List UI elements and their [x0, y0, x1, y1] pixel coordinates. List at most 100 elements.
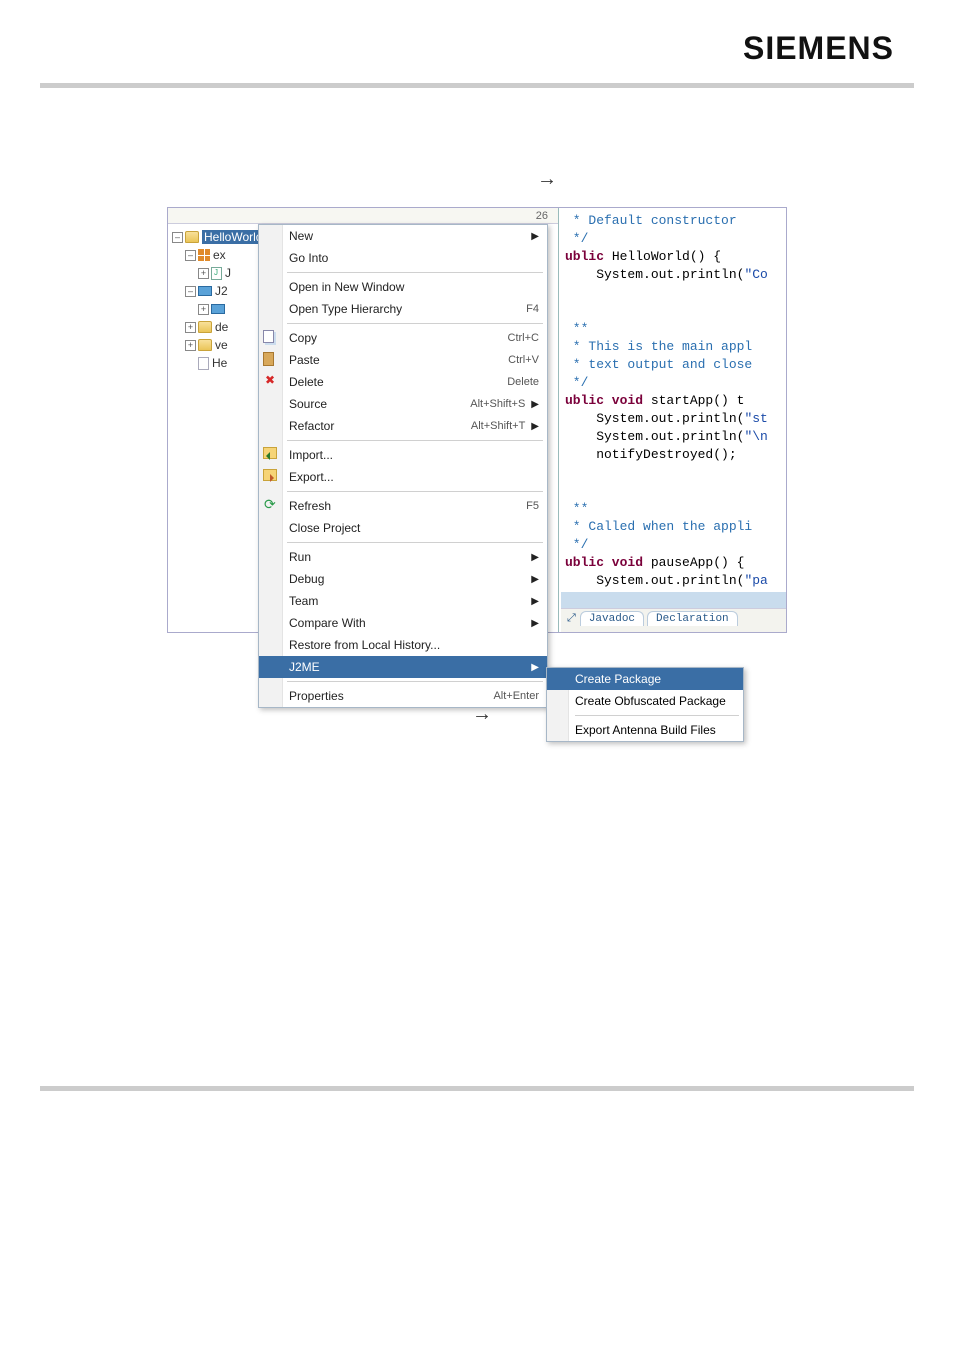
arrow-indicator-top: →	[60, 168, 894, 191]
menu-shortcut: Ctrl+V	[508, 354, 539, 366]
expand-icon[interactable]: +	[198, 304, 209, 315]
menu-open-type-hierarchy[interactable]: Open Type HierarchyF4	[259, 298, 547, 320]
tab-javadoc[interactable]: Javadoc	[580, 611, 644, 626]
submenu-arrow-icon: ▶	[531, 231, 539, 242]
tree-node-label[interactable]: de	[215, 320, 228, 334]
menu-run[interactable]: Run▶	[259, 546, 547, 568]
menu-import[interactable]: Import...	[259, 444, 547, 466]
code-text: System.out.println(	[565, 573, 744, 588]
menu-debug[interactable]: Debug▶	[259, 568, 547, 590]
code-text: * This is the main appl	[565, 339, 752, 354]
submenu-arrow-icon: ▶	[531, 574, 539, 585]
eclipse-screenshot: 26 – HelloWorld –ex +J –J2 + +de +ve He …	[167, 207, 787, 633]
tree-node-label[interactable]: J2	[215, 284, 228, 298]
menu-shortcut: F5	[526, 500, 539, 512]
submenu-export-antenna[interactable]: Export Antenna Build Files	[547, 719, 743, 741]
library-icon	[211, 304, 225, 314]
tree-node-label[interactable]: J	[225, 266, 231, 280]
menu-delete[interactable]: DeleteDelete	[259, 371, 547, 393]
expand-icon[interactable]: +	[185, 322, 196, 333]
code-text: */	[565, 231, 588, 246]
code-text: * Default constructor	[565, 213, 737, 228]
code-text: "\n	[744, 429, 767, 444]
menu-copy[interactable]: CopyCtrl+C	[259, 327, 547, 349]
j2me-submenu[interactable]: Create Package Create Obfuscated Package…	[546, 667, 744, 742]
code-text: "pa	[744, 573, 767, 588]
restore-icon[interactable]: ⤢	[567, 613, 576, 625]
code-text: */	[565, 537, 588, 552]
code-text: ublic	[565, 249, 604, 264]
tree-node-label[interactable]: ex	[213, 248, 226, 262]
editor-ruler: 26	[168, 208, 558, 224]
menu-separator	[287, 681, 543, 682]
code-text: **	[565, 501, 588, 516]
collapse-icon[interactable]: –	[185, 286, 196, 297]
code-text: ublic void	[565, 393, 643, 408]
code-text: ublic void	[565, 555, 643, 570]
menu-shortcut: Ctrl+C	[508, 332, 539, 344]
tree-node-label[interactable]: ve	[215, 338, 228, 352]
menu-source[interactable]: SourceAlt+Shift+S▶	[259, 393, 547, 415]
project-folder-icon	[185, 231, 199, 243]
code-text: notifyDestroyed();	[565, 447, 737, 462]
menu-separator	[287, 542, 543, 543]
menu-refactor[interactable]: RefactorAlt+Shift+T▶	[259, 415, 547, 437]
menu-restore-history[interactable]: Restore from Local History...	[259, 634, 547, 656]
folder-icon	[198, 321, 212, 333]
submenu-arrow-icon: ▶	[531, 662, 539, 673]
menu-j2me[interactable]: J2ME▶	[259, 656, 547, 678]
java-file-icon	[211, 267, 222, 280]
menu-separator	[287, 323, 543, 324]
code-text: **	[565, 321, 588, 336]
collapse-icon[interactable]: –	[172, 232, 183, 243]
code-text: pauseApp() {	[643, 555, 744, 570]
menu-open-new-window[interactable]: Open in New Window	[259, 276, 547, 298]
tab-declaration[interactable]: Declaration	[647, 611, 738, 626]
menu-shortcut: Alt+Enter	[493, 690, 539, 702]
bottom-tab-bar: ⤢ Javadoc Declaration	[561, 608, 786, 632]
copy-icon	[263, 330, 274, 343]
tree-node-label[interactable]: He	[212, 356, 227, 370]
package-icon	[198, 249, 210, 261]
submenu-arrow-icon: ▶	[531, 596, 539, 607]
expand-icon[interactable]: +	[185, 340, 196, 351]
menu-close-project[interactable]: Close Project	[259, 517, 547, 539]
file-icon	[198, 357, 209, 370]
submenu-arrow-icon: ▶	[531, 552, 539, 563]
menu-go-into[interactable]: Go Into	[259, 247, 547, 269]
code-text: System.out.println(	[565, 267, 744, 282]
menu-compare-with[interactable]: Compare With▶	[259, 612, 547, 634]
menu-paste[interactable]: PasteCtrl+V	[259, 349, 547, 371]
collapse-icon[interactable]: –	[185, 250, 196, 261]
menu-export[interactable]: Export...	[259, 466, 547, 488]
submenu-arrow-icon: ▶	[531, 399, 539, 410]
menu-shortcut: Alt+Shift+T	[471, 420, 525, 432]
submenu-create-package[interactable]: Create Package	[547, 668, 743, 690]
menu-new[interactable]: New▶	[259, 225, 547, 247]
brand-logo: SIEMENS	[743, 30, 894, 66]
menu-properties[interactable]: PropertiesAlt+Enter	[259, 685, 547, 707]
menu-separator	[575, 715, 739, 716]
menu-shortcut: F4	[526, 303, 539, 315]
expand-icon[interactable]: +	[198, 268, 209, 279]
delete-icon	[263, 374, 279, 390]
folder-icon	[198, 339, 212, 351]
footer-rule	[40, 1086, 914, 1091]
context-menu[interactable]: New▶ Go Into Open in New Window Open Typ…	[258, 224, 548, 708]
submenu-create-obfuscated[interactable]: Create Obfuscated Package	[547, 690, 743, 712]
code-editor[interactable]: * Default constructor */ ublic HelloWorl…	[558, 208, 786, 632]
menu-shortcut: Delete	[507, 376, 539, 388]
code-text: "Co	[744, 267, 767, 282]
menu-shortcut: Alt+Shift+S	[470, 398, 525, 410]
tree-root-label[interactable]: HelloWorld	[202, 230, 264, 244]
code-text: * text output and close	[565, 357, 752, 372]
code-text: System.out.println(	[565, 411, 744, 426]
paste-icon	[263, 352, 274, 366]
code-text: System.out.println(	[565, 429, 744, 444]
menu-refresh[interactable]: RefreshF5	[259, 495, 547, 517]
menu-separator	[287, 440, 543, 441]
submenu-arrow-icon: ▶	[531, 421, 539, 432]
export-icon	[263, 469, 277, 481]
menu-team[interactable]: Team▶	[259, 590, 547, 612]
editor-selection-bar	[561, 592, 786, 608]
